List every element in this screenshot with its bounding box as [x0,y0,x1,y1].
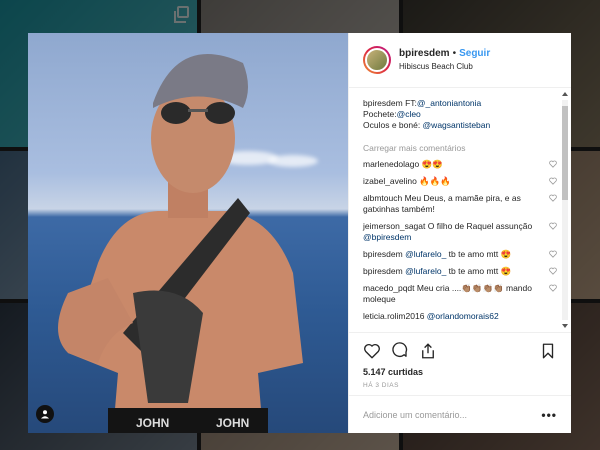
comments-section[interactable]: bpiresdem FT:@_antoniantonia Pochete:@cl… [349,88,571,332]
comment-mention[interactable]: @lufarelo_ [405,249,446,259]
share-icon[interactable] [419,342,437,360]
post-header: bpiresdem • Seguir Hibiscus Beach Club [349,33,571,88]
comment-input[interactable] [363,409,523,420]
comment-username[interactable]: leticia.rolim2016 [363,311,424,321]
caption-username[interactable]: bpiresdem [363,98,403,108]
comment-heart-icon[interactable] [549,250,557,258]
scroll-up-arrow-icon[interactable] [562,92,568,96]
scroll-thumb[interactable] [562,106,568,200]
caption-mention[interactable]: @wagsantisteban [423,120,491,130]
load-more-comments-link[interactable]: Carregar mais comentários [363,143,557,153]
comment-text: O filho de Raquel assunção [427,221,533,231]
comment-heart-icon[interactable] [549,160,557,168]
user-tag-icon[interactable] [36,405,54,423]
comment-username[interactable]: macedo_pqdt [363,283,415,293]
post-timestamp: HÁ 3 DIAS [363,382,399,389]
post-actions: 5.147 curtidas HÁ 3 DIAS [349,332,571,395]
separator-dot: • [452,48,457,59]
bookmark-icon[interactable] [539,342,557,360]
comment-username[interactable]: jeimerson_sagat [363,221,425,231]
comment-item: bpiresdem @lufarelo_ tb te amo mtt 😍 [363,249,557,260]
follow-button[interactable]: Seguir [459,48,490,59]
comment-item: albmtouch Meu Deus, a mamãe pira, e as g… [363,193,557,215]
comment-mention[interactable]: @bpiresdem [363,232,411,242]
heart-icon[interactable] [363,342,381,360]
add-comment-bar: ••• [349,395,571,433]
caption-text: Pochete: [363,109,397,119]
svg-text:JOHN: JOHN [136,416,169,430]
comment-item: macedo_pqdt Meu cria ....👏🏽👏🏽👏🏽👏🏽 mando … [363,283,557,305]
comment-heart-icon[interactable] [549,177,557,185]
comment-text: 😍😍 [421,159,443,169]
comment-username[interactable]: albmtouch [363,193,402,203]
svg-text:JOHN: JOHN [216,416,249,430]
caption-mention[interactable]: @cleo [397,109,421,119]
caption-text: Oculos e boné: [363,120,423,130]
comments-scrollbar[interactable] [562,92,568,328]
comment-item: marlenedolago 😍😍 [363,159,557,170]
likes-count[interactable]: 5.147 curtidas [363,367,557,377]
comment-bubble-icon[interactable] [391,342,409,360]
comment-item: jeimerson_sagat O filho de Raquel assunç… [363,221,557,243]
scroll-down-arrow-icon[interactable] [562,324,568,328]
caption-text: FT: [405,98,417,108]
comment-heart-icon[interactable] [549,284,557,292]
comment-text: 🔥🔥🔥 [419,176,452,186]
post-modal: JOHN JOHN bpiresdem • Seguir Hibiscus Beac… [28,33,571,433]
comment-mention[interactable]: @orlandomorais62 [427,311,499,321]
comment-mention[interactable]: @lufarelo_ [405,266,446,276]
comment-username[interactable]: bpiresdem [363,249,403,259]
comment-username[interactable]: bpiresdem [363,266,403,276]
comment-item: bpiresdem @lufarelo_ tb te amo mtt 😍 [363,266,557,277]
comment-heart-icon[interactable] [549,267,557,275]
caption-mention[interactable]: @_antoniantonia [417,98,481,108]
post-caption: bpiresdem FT:@_antoniantonia Pochete:@cl… [363,98,557,131]
header-username[interactable]: bpiresdem [399,48,450,59]
comment-text: tb te amo mtt 😍 [446,249,512,259]
post-sidebar: bpiresdem • Seguir Hibiscus Beach Club bpi… [348,33,571,433]
avatar[interactable] [363,46,391,74]
comment-item: izabel_avelino 🔥🔥🔥 [363,176,557,187]
person-figure: JOHN JOHN [58,54,303,433]
comment-item: leticia.rolim2016 @orlandomorais62 [363,311,557,322]
more-options-icon[interactable]: ••• [541,408,557,422]
comment-username[interactable]: izabel_avelino [363,176,417,186]
comment-username[interactable]: marlenedolago [363,159,419,169]
comment-text: tb te amo mtt 😍 [446,266,512,276]
comment-heart-icon[interactable] [549,194,557,202]
location-link[interactable]: Hibiscus Beach Club [399,60,490,73]
comment-heart-icon[interactable] [549,222,557,230]
post-photo[interactable]: JOHN JOHN [28,33,348,433]
